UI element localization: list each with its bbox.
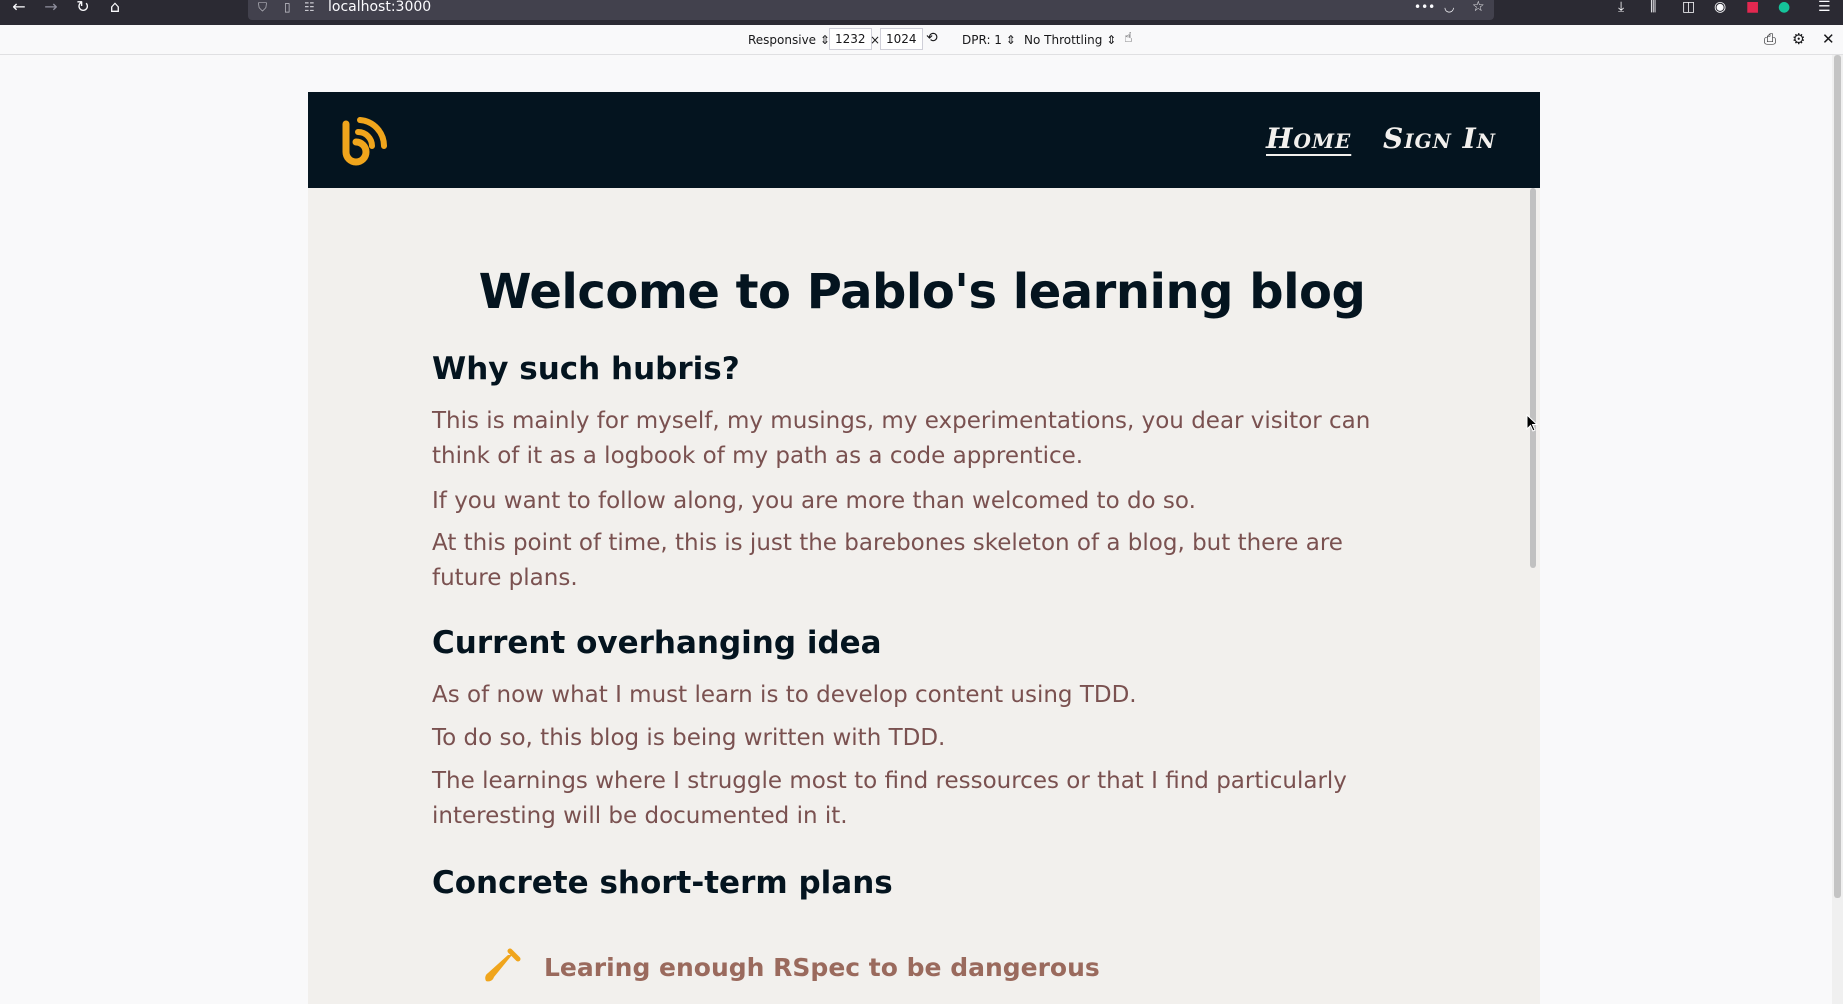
device-selector[interactable]: Responsive ⇕ <box>748 33 830 47</box>
more-icon[interactable]: ••• <box>1414 1 1435 13</box>
throttling-selector[interactable]: No Throttling ⇕ <box>1024 33 1116 47</box>
settings-icon[interactable]: ⚙ <box>1792 31 1805 47</box>
dpr-selector[interactable]: DPR: 1 ⇕ <box>962 33 1016 47</box>
forward-icon[interactable]: → <box>40 0 62 16</box>
sidebar-icon[interactable]: ◫ <box>1682 0 1695 14</box>
paragraph: As of now what I must learn is to develo… <box>432 682 1137 708</box>
account-icon[interactable]: ◉ <box>1714 0 1726 14</box>
page-scrollbar-thumb[interactable] <box>1834 55 1841 898</box>
dimension-separator: × <box>870 33 881 47</box>
screenshot-icon[interactable]: ⎙ <box>1764 31 1776 47</box>
shield-icon[interactable]: ⛉ <box>258 1 267 13</box>
rotate-icon[interactable]: ⟲ <box>926 31 938 45</box>
paragraph: If you want to follow along, you are mor… <box>432 488 1196 514</box>
home-icon[interactable]: ⌂ <box>104 0 126 16</box>
responsive-design-toolbar: Responsive ⇕ 1232 × 1024 ⟲ DPR: 1 ⇕ No T… <box>0 25 1843 55</box>
page-title: Welcome to Pablo's learning blog <box>478 264 1366 320</box>
paragraph: This is mainly for myself, my musings, m… <box>432 408 1371 469</box>
nav-home-link[interactable]: Home <box>1266 122 1351 156</box>
section-heading: Current overhanging idea <box>432 625 882 661</box>
menu-icon[interactable]: ☰ <box>1818 0 1831 14</box>
url-text[interactable]: localhost:3000 <box>328 0 431 15</box>
permissions-icon[interactable]: ☷ <box>304 1 315 13</box>
list-item: Learing enough RSpec to be dangerous <box>480 947 1100 989</box>
browser-toolbar: ← → ↻ ⌂ ⛉ ▯ ☷ localhost:3000 ••• ◡ ☆ ⤓ ⫼… <box>0 0 1843 25</box>
extension-icon[interactable]: ■ <box>1746 0 1759 14</box>
library-icon[interactable]: ⫼ <box>1650 0 1656 14</box>
viewport-scrollbar[interactable] <box>1530 188 1536 568</box>
reload-icon[interactable]: ↻ <box>72 0 94 16</box>
download-icon[interactable]: ⤓ <box>1618 0 1624 14</box>
back-icon[interactable]: ← <box>8 0 30 16</box>
viewport-height-input[interactable]: 1024 <box>880 28 923 50</box>
touch-simulation-icon[interactable]: ☝ <box>1124 31 1133 45</box>
responsive-viewport: Home Sign In Welcome to Pablo's learning… <box>308 92 1540 1004</box>
paragraph: The learnings where I struggle most to f… <box>432 768 1347 829</box>
site-header: Home Sign In <box>308 92 1540 188</box>
blog-logo-icon[interactable] <box>338 114 390 166</box>
page-icon[interactable]: ▯ <box>284 1 291 13</box>
grammarly-icon[interactable]: ● <box>1778 0 1790 14</box>
nav-sign-in-link[interactable]: Sign In <box>1383 122 1496 156</box>
viewport-width-input[interactable]: 1232 <box>829 28 872 50</box>
section-heading: Concrete short-term plans <box>432 865 893 901</box>
url-bar[interactable]: ⛉ ▯ ☷ localhost:3000 ••• ◡ ☆ <box>248 0 1494 20</box>
paragraph: At this point of time, this is just the … <box>432 530 1343 591</box>
bookmark-star-icon[interactable]: ☆ <box>1472 0 1485 14</box>
pocket-icon[interactable]: ◡ <box>1444 1 1454 13</box>
paragraph: To do so, this blog is being written wit… <box>432 725 946 751</box>
test-tube-icon <box>485 948 521 982</box>
mouse-cursor-icon <box>1526 414 1538 432</box>
section-heading: Why such hubris? <box>432 351 740 387</box>
close-icon[interactable]: ✕ <box>1822 31 1835 47</box>
list-item-text: Learing enough RSpec to be dangerous <box>544 953 1100 982</box>
